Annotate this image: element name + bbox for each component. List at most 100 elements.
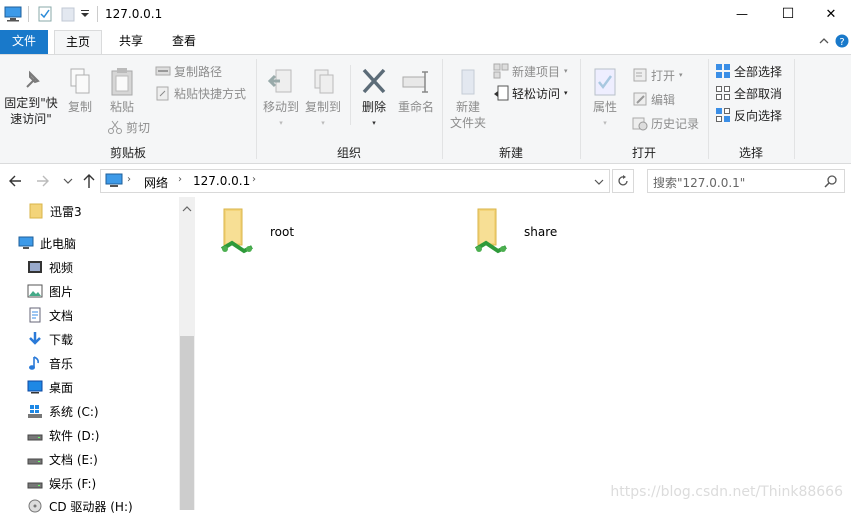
copy-to-icon [302,67,344,99]
address-dropdown-icon[interactable] [594,176,604,190]
edit-button[interactable]: 编辑 [632,89,675,109]
nav-item-documents[interactable]: 文档 [27,304,73,326]
tab-file[interactable]: 文件 [0,30,48,54]
tab-share[interactable]: 共享 [108,30,154,54]
nav-item-label: 下载 [49,331,73,348]
computer-icon [105,173,123,192]
nav-item-this-pc[interactable]: 此电脑 [18,232,76,254]
new-folder-label-line2: 文件夹 [446,115,490,131]
minimize-button[interactable]: — [719,0,765,28]
document-icon [27,307,43,323]
nav-item-pictures[interactable]: 图片 [27,280,73,302]
move-to-button[interactable]: 移动到 ▾ [260,67,302,131]
open-button[interactable]: 打开 ▾ [632,65,683,85]
nav-item-drive-f[interactable]: 娱乐 (F:) [27,472,96,494]
new-folder-label-line1: 新建 [446,99,490,115]
select-none-button[interactable]: 全部取消 [715,83,782,103]
nav-item-desktop[interactable]: 桌面 [27,376,73,398]
ribbon-tabs: 文件 主页 共享 查看 ? [0,30,851,54]
paste-label: 粘贴 [102,99,142,115]
open-label: 打开 [651,67,675,84]
scissors-icon [107,119,123,135]
properties-icon [585,67,625,99]
nav-item-label: 此电脑 [40,235,76,252]
help-icon[interactable]: ? [835,34,849,51]
computer-icon [18,235,34,251]
maximize-button[interactable]: ☐ [765,0,811,28]
nav-item-drive-e[interactable]: 文档 (E:) [27,448,98,470]
history-label: 历史记录 [651,115,699,132]
copy-path-button[interactable]: 复制路径 [155,61,222,81]
customize-quick-access-icon[interactable] [80,8,90,24]
desktop-icon [27,379,43,395]
cut-button[interactable]: 剪切 [107,117,150,137]
picture-icon [27,283,43,299]
pin-label-line2: 速访问" [2,111,60,127]
invert-selection-icon [715,107,731,123]
new-item-button[interactable]: 新建项目 ▾ [493,61,568,81]
scroll-up-icon[interactable] [182,202,192,216]
svg-text:?: ? [839,37,844,48]
refresh-button[interactable] [612,169,634,193]
tab-view[interactable]: 查看 [160,30,208,54]
refresh-icon [617,175,629,187]
scrollbar-thumb[interactable] [180,336,194,510]
nav-item-drive-d[interactable]: 软件 (D:) [27,424,99,446]
close-button[interactable]: ✕ [811,0,851,28]
copy-to-button[interactable]: 复制到 ▾ [302,67,344,131]
history-button[interactable]: 历史记录 [632,113,699,133]
paste-shortcut-button[interactable]: 粘贴快捷方式 [155,83,246,103]
group-label-open: 打开 [580,144,708,161]
move-to-icon [260,67,302,99]
search-box[interactable]: 搜索"127.0.0.1" [647,169,845,193]
easy-access-label: 轻松访问 [512,85,560,102]
pin-to-quick-access-button[interactable]: 固定到"快 速访问" [2,67,60,127]
nav-item-cd-drive[interactable]: CD 驱动器 (H:) [27,495,133,517]
search-input[interactable]: 搜索"127.0.0.1" [653,174,745,191]
breadcrumb-host[interactable]: 127.0.0.1 [193,174,250,188]
breadcrumb-chevron-icon: › [178,174,182,185]
paste-button[interactable]: 粘贴 [102,67,142,115]
edit-icon [632,91,648,107]
copy-to-label: 复制到 [302,99,344,115]
forward-arrow-icon[interactable] [36,174,50,191]
nav-item-xunlei[interactable]: 迅雷3 [28,200,82,222]
collapse-ribbon-icon[interactable] [818,35,830,50]
group-label-select: 选择 [708,144,794,161]
copy-path-label: 复制路径 [174,63,222,80]
up-arrow-icon[interactable] [82,173,96,192]
nav-item-downloads[interactable]: 下载 [27,328,73,350]
select-all-button[interactable]: 全部选择 [715,61,782,81]
delete-button[interactable]: 删除 ▾ [354,67,394,131]
minimize-icon: — [736,7,748,21]
rename-label: 重命名 [394,99,438,115]
computer-icon[interactable] [4,6,22,22]
rename-button[interactable]: 重命名 [394,67,438,115]
nav-item-drive-c[interactable]: 系统 (C:) [27,400,99,422]
properties-button[interactable]: 属性 ▾ [585,67,625,131]
network-share-folder-icon [214,205,256,258]
copy-button[interactable]: 复制 [62,67,98,115]
share-item-root[interactable]: root [214,205,294,258]
copy-path-icon [155,63,171,79]
dropdown-arrow-icon: ▾ [679,71,683,79]
invert-selection-button[interactable]: 反向选择 [715,105,782,125]
recent-locations-icon[interactable] [63,175,73,189]
nav-item-music[interactable]: 音乐 [27,352,73,374]
new-folder-button[interactable]: 新建 文件夹 [446,67,490,131]
tab-home[interactable]: 主页 [54,30,102,55]
share-name: root [270,225,294,239]
music-icon [27,355,43,371]
windows-drive-icon [27,403,43,419]
new-folder-quick-icon[interactable] [60,6,76,22]
title-divider [97,6,98,22]
search-icon[interactable] [824,175,837,191]
breadcrumb-network[interactable]: 网络 [144,174,168,191]
properties-quick-icon[interactable] [37,6,53,22]
back-arrow-icon[interactable] [8,174,22,191]
address-bar[interactable]: › 网络 › 127.0.0.1 › [100,169,610,193]
nav-item-videos[interactable]: 视频 [27,256,73,278]
easy-access-button[interactable]: 轻松访问 ▾ [493,83,568,103]
nav-item-label: 桌面 [49,379,73,396]
share-item-share[interactable]: share [468,205,557,258]
